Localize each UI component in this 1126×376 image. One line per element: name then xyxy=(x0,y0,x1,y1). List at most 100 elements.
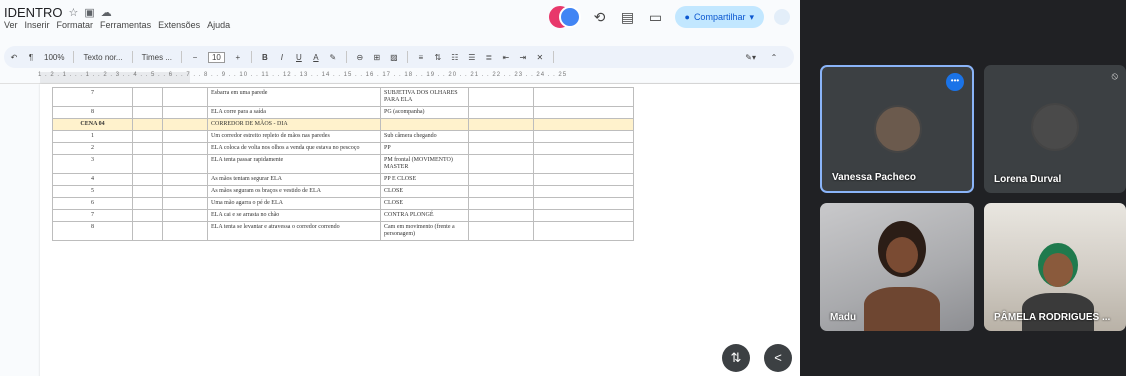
blank-cell[interactable] xyxy=(162,154,208,174)
font-size-input[interactable]: 10 xyxy=(207,51,225,63)
shot-number-cell[interactable]: 7 xyxy=(52,87,133,107)
line-spacing-icon[interactable]: ⇅ xyxy=(434,53,442,62)
blank-cell[interactable] xyxy=(132,142,163,155)
blank-cell[interactable] xyxy=(162,209,208,222)
blank-cell[interactable] xyxy=(533,173,634,186)
shot-type-cell[interactable]: SUBJETIVA DOS OLHARES PARA ELA xyxy=(380,87,469,107)
shot-number-cell[interactable]: CENA 04 xyxy=(52,118,133,131)
shot-number-cell[interactable]: 8 xyxy=(52,221,133,241)
blank-cell[interactable] xyxy=(468,142,534,155)
paint-format-icon[interactable]: ¶ xyxy=(27,53,35,62)
blank-cell[interactable] xyxy=(468,209,534,222)
shot-number-cell[interactable]: 3 xyxy=(52,154,133,174)
participant-tile-pamela[interactable]: PÂMELA RODRIGUES ... xyxy=(984,203,1126,331)
numbered-list-icon[interactable]: ≣ xyxy=(485,53,493,62)
blank-cell[interactable] xyxy=(533,87,634,107)
shot-number-cell[interactable]: 4 xyxy=(52,173,133,186)
share-icon[interactable]: < xyxy=(764,344,792,372)
blank-cell[interactable] xyxy=(132,173,163,186)
meet-icon[interactable]: ▭ xyxy=(647,9,665,26)
blank-cell[interactable] xyxy=(468,118,534,131)
blank-cell[interactable] xyxy=(533,142,634,155)
comment-icon[interactable]: ⊞ xyxy=(373,53,381,62)
explore-icon[interactable]: ⇅ xyxy=(722,344,750,372)
participant-tile-vanessa[interactable]: ••• Vanessa Pacheco xyxy=(820,65,974,193)
align-icon[interactable]: ≡ xyxy=(417,53,425,62)
blank-cell[interactable] xyxy=(162,142,208,155)
zoom-select[interactable]: 100% xyxy=(44,53,64,62)
blank-cell[interactable] xyxy=(533,209,634,222)
description-cell[interactable]: ELA tenta passar rapidamente xyxy=(207,154,381,174)
undo-icon[interactable]: ↶ xyxy=(10,53,18,62)
menu-ferramentas[interactable]: Ferramentas xyxy=(100,20,151,30)
participant-tile-madu[interactable]: Madu xyxy=(820,203,974,331)
editing-mode-icon[interactable]: ✎▾ xyxy=(745,53,756,62)
shot-number-cell[interactable]: 1 xyxy=(52,130,133,143)
share-button[interactable]: ● Compartilhar ▾ xyxy=(674,6,764,28)
participant-tile-lorena[interactable]: ⦸ Lorena Durval xyxy=(984,65,1126,193)
menu-extensoes[interactable]: Extensões xyxy=(158,20,200,30)
description-cell[interactable]: Um corredor estreito repleto de mãos nas… xyxy=(207,130,381,143)
increase-font-icon[interactable]: + xyxy=(234,53,242,62)
blank-cell[interactable] xyxy=(533,106,634,119)
blank-cell[interactable] xyxy=(162,173,208,186)
blank-cell[interactable] xyxy=(468,87,534,107)
description-cell[interactable]: As mãos seguram os braços e vestido de E… xyxy=(207,185,381,198)
blank-cell[interactable] xyxy=(132,106,163,119)
folder-move-icon[interactable]: ▣ xyxy=(84,6,94,19)
shot-type-cell[interactable]: Cam em movimento (frente a personagem) xyxy=(380,221,469,241)
description-cell[interactable]: Uma mão agarra o pé de ELA xyxy=(207,197,381,210)
description-cell[interactable]: ELA corre para a saída xyxy=(207,106,381,119)
cloud-status-icon[interactable]: ☁ xyxy=(101,6,112,19)
menu-ver[interactable]: Ver xyxy=(4,20,18,30)
shot-number-cell[interactable]: 8 xyxy=(52,106,133,119)
shot-type-cell[interactable]: PP xyxy=(380,142,469,155)
link-icon[interactable]: ⊖ xyxy=(356,53,364,62)
clear-formatting-icon[interactable]: ✕ xyxy=(536,53,544,62)
shot-type-cell[interactable]: PP E CLOSE xyxy=(380,173,469,186)
blank-cell[interactable] xyxy=(468,185,534,198)
description-cell[interactable]: Esbarra em uma parede xyxy=(207,87,381,107)
menu-formatar[interactable]: Formatar xyxy=(57,20,94,30)
blank-cell[interactable] xyxy=(533,185,634,198)
history-icon[interactable]: ⟲ xyxy=(591,9,609,26)
font-select[interactable]: Times ... xyxy=(142,53,172,62)
description-cell[interactable]: ELA coloca de volta nos olhos a venda qu… xyxy=(207,142,381,155)
description-cell[interactable]: ELA tenta se levantar e atravessa o corr… xyxy=(207,221,381,241)
blank-cell[interactable] xyxy=(533,154,634,174)
blank-cell[interactable] xyxy=(162,130,208,143)
shot-type-cell[interactable]: Sub câmera chegando xyxy=(380,130,469,143)
blank-cell[interactable] xyxy=(132,130,163,143)
blank-cell[interactable] xyxy=(533,221,634,241)
blank-cell[interactable] xyxy=(132,154,163,174)
comments-icon[interactable]: ▤ xyxy=(619,9,637,26)
style-select[interactable]: Texto nor... xyxy=(83,53,122,62)
star-icon[interactable]: ☆ xyxy=(69,6,79,19)
increase-indent-icon[interactable]: ⇥ xyxy=(519,53,527,62)
shot-number-cell[interactable]: 7 xyxy=(52,209,133,222)
description-cell[interactable]: ELA cai e se arrasta no chão xyxy=(207,209,381,222)
shot-type-cell[interactable]: CONTRA PLONGÉ xyxy=(380,209,469,222)
shot-number-cell[interactable]: 6 xyxy=(52,197,133,210)
blank-cell[interactable] xyxy=(162,106,208,119)
blank-cell[interactable] xyxy=(533,197,634,210)
description-cell[interactable]: As mãos tentam segurar ELA xyxy=(207,173,381,186)
image-icon[interactable]: ▨ xyxy=(390,53,398,62)
blank-cell[interactable] xyxy=(468,173,534,186)
blank-cell[interactable] xyxy=(468,154,534,174)
underline-button[interactable]: U xyxy=(295,53,303,62)
blank-cell[interactable] xyxy=(468,106,534,119)
blank-cell[interactable] xyxy=(132,185,163,198)
shot-type-cell[interactable]: CLOSE xyxy=(380,185,469,198)
shot-type-cell[interactable]: PM frontal (MOVIMENTO) MASTER xyxy=(380,154,469,174)
italic-button[interactable]: I xyxy=(278,53,286,62)
shot-type-cell[interactable] xyxy=(380,118,469,131)
checklist-icon[interactable]: ☷ xyxy=(451,53,459,62)
bulleted-list-icon[interactable]: ☰ xyxy=(468,53,476,62)
blank-cell[interactable] xyxy=(162,118,208,131)
bold-button[interactable]: B xyxy=(261,53,269,62)
blank-cell[interactable] xyxy=(132,197,163,210)
document-title[interactable]: IDENTRO xyxy=(4,5,63,20)
ruler[interactable]: 1 . 2 . 1 . . . 1 . . 2 . 3 . . 4 . . 5 … xyxy=(0,72,800,84)
blank-cell[interactable] xyxy=(132,209,163,222)
